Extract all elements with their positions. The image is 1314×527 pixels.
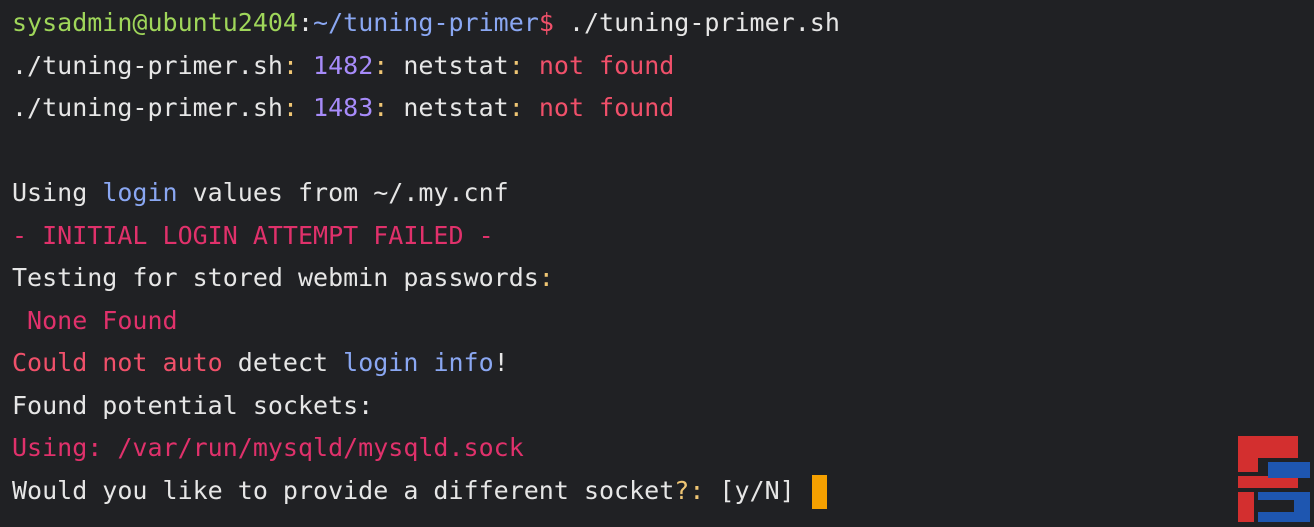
terminal-line-login-failed: - INITIAL LOGIN ATTEMPT FAILED - — [12, 215, 1314, 258]
output-text: detect — [222, 348, 344, 377]
prompt-command: ./tuning-primer.sh — [553, 8, 840, 37]
terminal-line-using-login: Using login values from ~/.my.cnf — [12, 172, 1314, 215]
error-colon: : — [373, 50, 404, 80]
output-text: values from ~/.my.cnf — [177, 178, 509, 207]
terminal-line-none-found: None Found — [12, 300, 1314, 343]
prompt-separator: : — [297, 8, 314, 37]
output-keyword: login — [102, 178, 178, 207]
terminal-line-socket-question: Would you like to provide a different so… — [12, 470, 1314, 513]
error-colon: : — [373, 93, 404, 122]
error-script-name: ./tuning-primer.sh — [12, 50, 283, 80]
error-command: netstat — [403, 93, 509, 122]
text-cursor[interactable] — [811, 474, 827, 509]
error-message: not found — [538, 50, 675, 80]
output-error-text: Could not auto — [12, 348, 223, 377]
prompt-user-host: sysadmin@ubuntu2404 — [12, 8, 298, 37]
terminal-line-using-socket: Using: /var/run/mysqld/mysqld.sock — [12, 427, 1314, 470]
question-text: Would you like to provide a different so… — [12, 475, 675, 505]
prompt-symbol: $ — [538, 8, 554, 37]
socket-path-message: Using: /var/run/mysqld/mysqld.sock — [12, 433, 524, 462]
terminal-line-prompt: sysadmin@ubuntu2404:~/tuning-primer$ ./t… — [12, 2, 1314, 45]
error-line-number: 1483 — [313, 93, 374, 122]
error-colon: : — [508, 50, 539, 80]
terminal-line-error-2: ./tuning-primer.sh: 1483: netstat: not f… — [12, 87, 1314, 130]
error-colon: : — [508, 93, 539, 122]
terminal-window[interactable]: sysadmin@ubuntu2404:~/tuning-primer$ ./t… — [0, 0, 1314, 527]
output-text: Using — [12, 178, 103, 207]
none-found-message: None Found — [12, 305, 178, 335]
error-message: not found — [538, 93, 675, 122]
error-colon: : — [282, 50, 314, 80]
error-colon: : — [282, 93, 314, 122]
question-mark: ?: — [674, 475, 705, 505]
terminal-line-found-sockets: Found potential sockets: — [12, 385, 1314, 428]
prompt-path: ~/tuning-primer — [313, 8, 539, 37]
error-line-number: 1482 — [313, 50, 374, 80]
output-text: Found potential sockets: — [12, 390, 374, 420]
terminal-line-could-not-detect: Could not auto detect login info! — [12, 342, 1314, 385]
output-text: Testing for stored webmin passwords — [12, 263, 539, 292]
terminal-line-testing-webmin: Testing for stored webmin passwords: — [12, 257, 1314, 300]
output-keyword: login info — [343, 348, 494, 377]
login-failed-message: - INITIAL LOGIN ATTEMPT FAILED - — [12, 220, 494, 250]
error-command: netstat — [403, 50, 509, 80]
question-options: [y/N] — [704, 475, 810, 505]
sb-logo-icon — [1238, 436, 1310, 522]
output-colon: : — [538, 263, 554, 292]
terminal-line-error-1: ./tuning-primer.sh: 1482: netstat: not f… — [12, 45, 1314, 88]
output-text: ! — [493, 348, 509, 377]
error-script-name: ./tuning-primer.sh — [12, 93, 283, 122]
